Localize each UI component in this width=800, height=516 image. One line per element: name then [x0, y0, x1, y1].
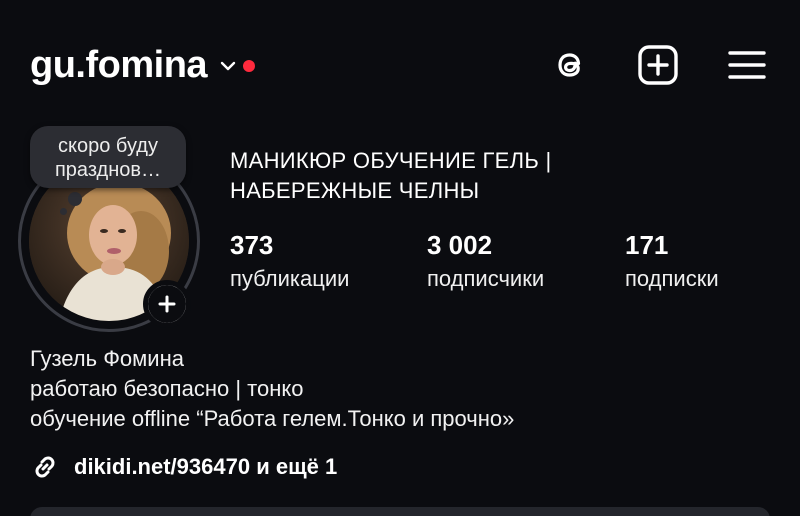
action-button-partial[interactable] [30, 507, 770, 516]
stat-followers[interactable]: 3 002 подписчики [427, 228, 544, 294]
full-name: Гузель Фомина [30, 346, 184, 371]
profile-screen: gu.fomina скоро буду празднов… МАНИКЮР О… [0, 0, 800, 516]
hamburger-menu-icon[interactable] [726, 44, 768, 86]
note-tail [68, 192, 82, 206]
bio-line-2: обучение offline “Работа гелем.Тонко и п… [30, 406, 515, 431]
link-icon [30, 452, 60, 482]
notification-dot [243, 59, 256, 72]
stat-label: подписчики [427, 266, 545, 291]
bio: Гузель Фомина работаю безопасно | тонко … [30, 344, 770, 434]
stat-posts[interactable]: 373 публикации [230, 228, 349, 294]
username: gu.fomina [30, 44, 208, 86]
add-story-button[interactable] [143, 280, 191, 328]
bio-link[interactable]: dikidi.net/936470 и ещё 1 [30, 452, 337, 482]
note-text: скоро буду празднов… [54, 135, 162, 181]
note-bubble[interactable]: скоро буду празднов… [30, 126, 186, 188]
account-switcher[interactable]: gu.fomina [30, 44, 256, 87]
bio-line-1: работаю безопасно | тонко [30, 376, 304, 401]
plus-icon [148, 285, 186, 323]
stat-value: 373 [230, 230, 274, 260]
stat-label: подписки [625, 266, 719, 291]
stat-value: 171 [625, 230, 669, 260]
link-text: dikidi.net/936470 и ещё 1 [74, 454, 338, 479]
profile-header: gu.fomina [0, 0, 800, 130]
threads-icon[interactable] [549, 44, 591, 86]
chevron-down-icon [219, 57, 237, 75]
stat-following[interactable]: 171 подписки [625, 228, 719, 294]
plus-square-icon[interactable] [637, 44, 679, 86]
note-tail-dot [60, 208, 67, 215]
category-line-2: НАБЕРЕЖНЫЕ ЧЕЛНЫ [230, 178, 480, 203]
stat-label: публикации [230, 266, 350, 291]
category-line-1: МАНИКЮР ОБУЧЕНИЕ ГЕЛЬ | [230, 148, 552, 173]
profile-category: МАНИКЮР ОБУЧЕНИЕ ГЕЛЬ | НАБЕРЕЖНЫЕ ЧЕЛНЫ [230, 146, 750, 206]
stat-value: 3 002 [427, 230, 493, 260]
